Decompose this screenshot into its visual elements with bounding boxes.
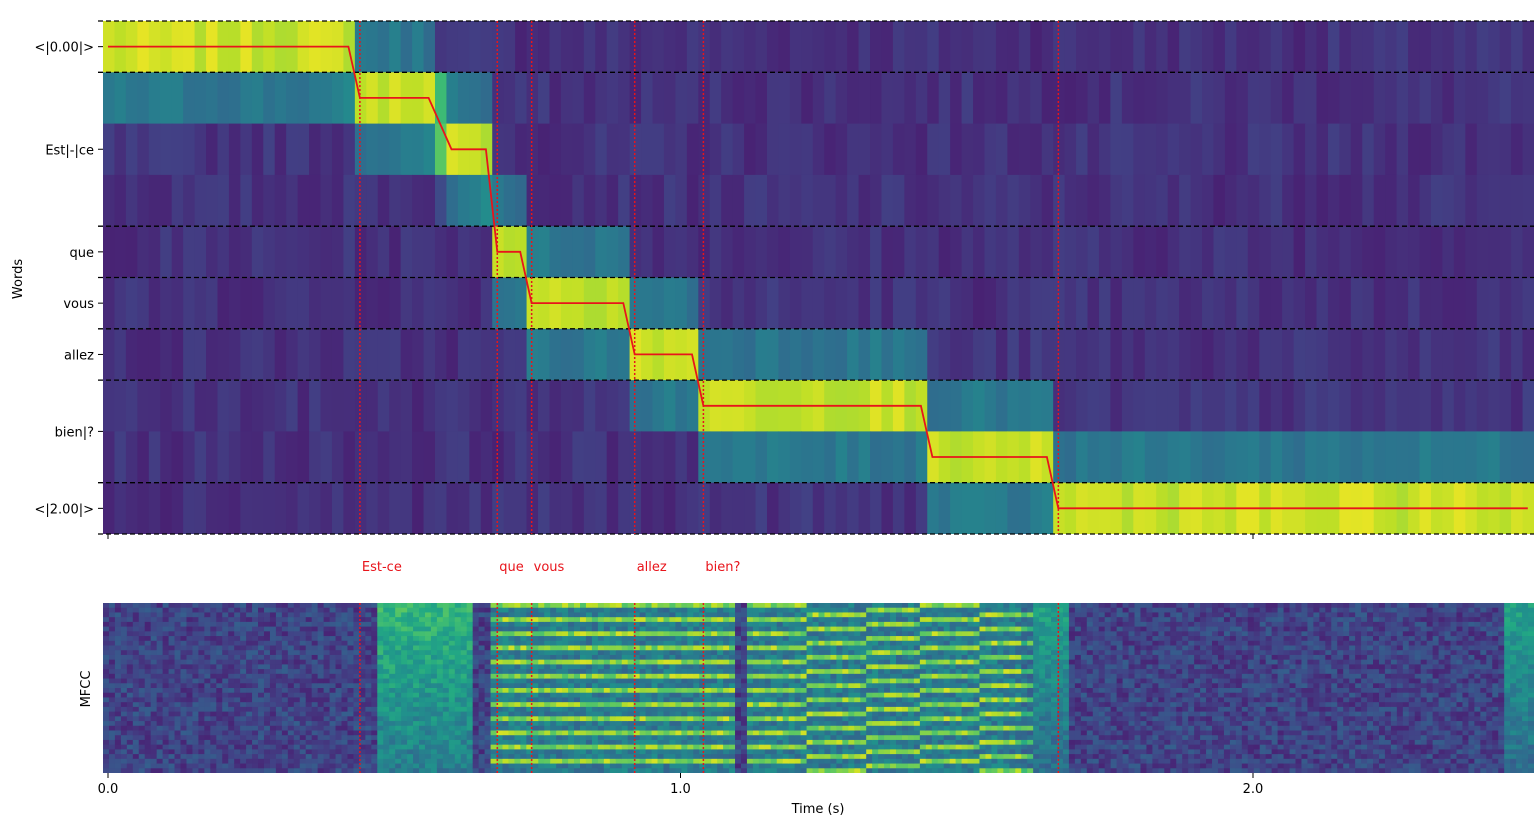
y-tick-label: vous (63, 297, 94, 312)
x-tick-label: 1.0 (670, 782, 691, 797)
x-tick-label: 0.0 (98, 782, 119, 797)
x-tick-label: 2.0 (1243, 782, 1264, 797)
bottom-axes: 0.0 1.0 2.0 (98, 773, 1264, 797)
boundary-word-label: Est-ce (362, 560, 402, 575)
y-tick-label: <|0.00|> (35, 41, 95, 56)
mfcc-heatmap (103, 603, 1535, 774)
words-axis-label: Words (11, 259, 26, 299)
mfcc-axis-label: MFCC (79, 671, 94, 708)
y-tick-label: bien|? (55, 425, 94, 440)
y-tick-label: <|2.00|> (35, 502, 95, 517)
alignment-figure: <|0.00|>Est|-|cequevousallezbien|?<|2.00… (0, 0, 1537, 830)
boundary-word-label: bien? (705, 560, 740, 575)
y-tick-label: que (70, 246, 95, 261)
y-tick-label: allez (64, 348, 94, 363)
boundary-word-label: allez (637, 560, 667, 575)
boundary-word-labels: Est-ce quevous allez bien? (362, 560, 741, 575)
boundary-word-label: vous (534, 560, 565, 575)
boundary-word-label: que (499, 560, 524, 575)
time-axis-label: Time (s) (791, 802, 845, 817)
y-tick-label: Est|-|ce (45, 143, 94, 158)
